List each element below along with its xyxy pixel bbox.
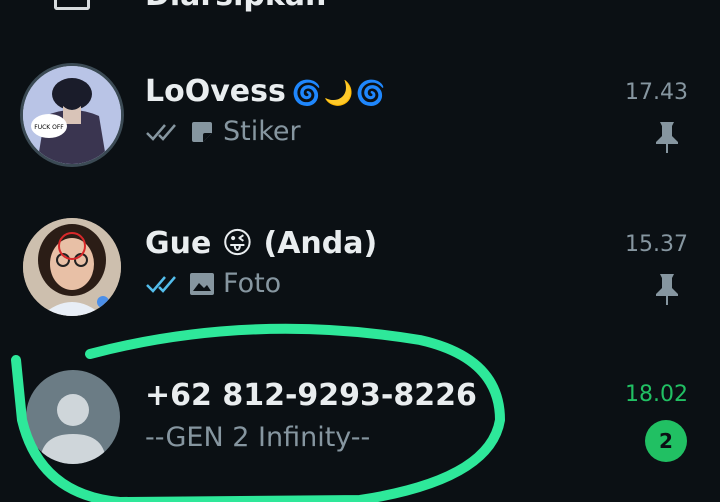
chat-preview: --GEN 2 Infinity-- bbox=[145, 422, 370, 453]
archive-icon bbox=[54, 0, 90, 10]
chat-item-unknown-number[interactable]: +62 812-9293-8226 --GEN 2 Infinity-- 18.… bbox=[0, 364, 720, 492]
name-decoration: 🌀🌙🌀 bbox=[291, 79, 388, 107]
sticker-icon bbox=[192, 121, 212, 142]
preview-text: Stiker bbox=[223, 116, 301, 147]
avatar: FUCK OFF bbox=[20, 63, 124, 167]
chat-name: Gue 😜 (Anda) bbox=[145, 226, 378, 261]
photo-icon bbox=[190, 272, 214, 295]
double-check-icon bbox=[146, 123, 176, 141]
double-check-read-icon bbox=[146, 275, 176, 293]
chat-time: 17.43 bbox=[625, 80, 688, 105]
chat-name: LoOvess 🌀🌙🌀 bbox=[145, 74, 388, 109]
pin-icon bbox=[656, 274, 678, 305]
preview-text: Foto bbox=[223, 268, 282, 299]
avatar-text: FUCK OFF bbox=[34, 124, 64, 131]
chat-preview: Foto bbox=[145, 268, 281, 299]
chat-item-self[interactable]: Gue 😜 (Anda) Foto 15.37 bbox=[0, 212, 720, 340]
unread-badge: 2 bbox=[645, 420, 687, 462]
chat-name-text: LoOvess bbox=[145, 74, 286, 109]
chat-name: +62 812-9293-8226 bbox=[145, 378, 477, 413]
chat-time: 15.37 bbox=[625, 232, 688, 257]
archived-chats-row[interactable]: Diarsipkan bbox=[0, 0, 720, 14]
chat-time: 18.02 bbox=[625, 382, 688, 407]
avatar bbox=[23, 218, 121, 316]
archived-label: Diarsipkan bbox=[145, 0, 326, 14]
chat-preview: Stiker bbox=[145, 116, 301, 147]
preview-text: --GEN 2 Infinity-- bbox=[145, 422, 371, 453]
default-avatar-icon bbox=[26, 370, 120, 464]
chat-item-loovess[interactable]: FUCK OFF LoOvess 🌀🌙🌀 Stiker 17.43 bbox=[0, 60, 720, 188]
pin-icon bbox=[656, 122, 678, 153]
